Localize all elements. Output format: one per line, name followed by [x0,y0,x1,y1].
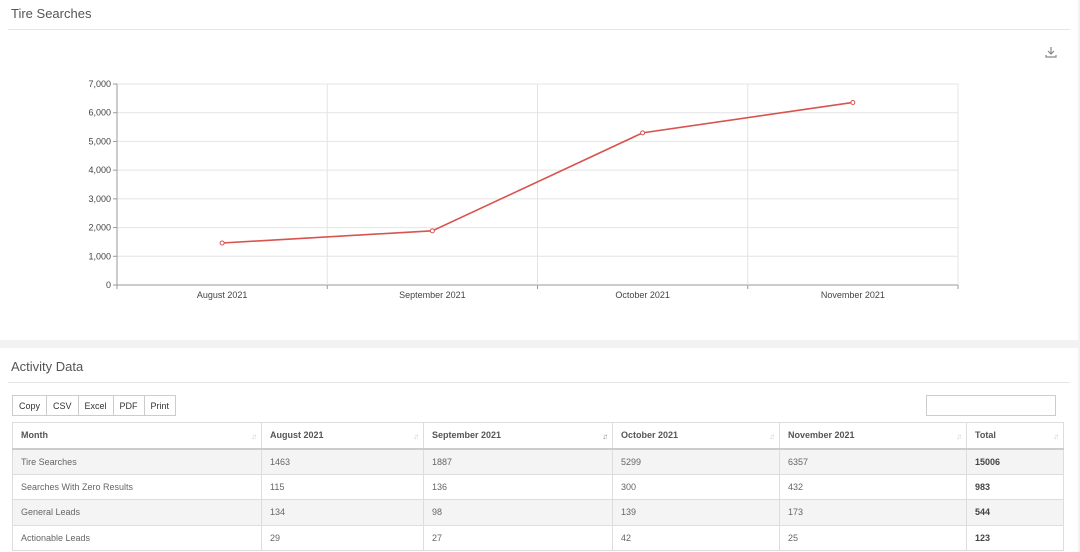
column-header-total[interactable]: Total ↓↑ [966,422,1064,450]
column-label: September 2021 [432,430,502,441]
pdf-button[interactable]: PDF [112,395,145,416]
table-cell: Tire Searches [12,448,262,475]
csv-button[interactable]: CSV [46,395,79,416]
table-cell: 432 [779,473,967,500]
table-cell: Actionable Leads [12,524,262,551]
x-tick-label: November 2021 [821,290,885,300]
column-label: Total [975,430,996,441]
table-cell: 27 [423,524,613,551]
x-tick-label: September 2021 [399,290,466,300]
export-buttons: Copy CSV Excel PDF Print [12,395,177,416]
table-title: Activity Data [11,359,84,374]
divider [8,382,1070,383]
sort-icon: ↓↑ [769,432,775,441]
table-cell: 5299 [612,448,780,475]
data-point [219,240,225,246]
print-button[interactable]: Print [143,395,177,416]
table-cell: 6357 [779,448,967,475]
table-cell-total: 544 [966,499,1064,526]
x-tick-label: August 2021 [197,290,248,300]
y-tick-label: 5,000 [88,136,111,146]
table-cell-total: 15006 [966,448,1064,475]
y-tick-label: 7,000 [88,79,111,89]
search-input[interactable] [926,395,1056,416]
table-cell-total: 123 [966,524,1064,551]
sort-icon: ↓↑ [251,432,257,441]
sort-icon: ↓↑ [1053,432,1059,441]
sort-desc-icon: ↓↑ [602,432,608,441]
y-tick-label: 2,000 [88,223,111,233]
table-cell: 134 [261,499,424,526]
table-row: Tire Searches 1463 1887 5299 6357 15006 [12,448,1064,475]
column-header-september[interactable]: September 2021 ↓↑ [423,422,613,450]
table-cell: Searches With Zero Results [12,473,262,500]
y-tick-label: 1,000 [88,251,111,261]
column-header-november[interactable]: November 2021 ↓↑ [779,422,967,450]
column-label: October 2021 [621,430,679,441]
table-cell: 98 [423,499,613,526]
activity-table: Month ↓↑ August 2021 ↓↑ September 2021 ↓↑ O… [12,422,1064,551]
column-header-month[interactable]: Month ↓↑ [12,422,262,450]
y-tick-label: 6,000 [88,108,111,118]
table-cell-total: 983 [966,473,1064,500]
data-point [640,130,646,136]
table-panel: Activity Data Copy CSV Excel PDF Print M… [0,348,1078,552]
column-label: November 2021 [788,430,855,441]
column-header-august[interactable]: August 2021 ↓↑ [261,422,424,450]
table-cell: 25 [779,524,967,551]
table-cell: General Leads [12,499,262,526]
line-chart: 0 1,000 2,000 3,000 4,000 5,000 6,000 7,000 Augu… [88,79,959,300]
table-cell: 1887 [423,448,613,475]
column-header-october[interactable]: October 2021 ↓↑ [612,422,780,450]
table-cell: 173 [779,499,967,526]
table-row: General Leads 134 98 139 173 544 [12,499,1064,526]
column-label: Month [21,430,48,441]
table-cell: 139 [612,499,780,526]
excel-button[interactable]: Excel [77,395,114,416]
table-cell: 42 [612,524,780,551]
x-tick-label: October 2021 [615,290,670,300]
table-cell: 300 [612,473,780,500]
y-tick-label: 4,000 [88,165,111,175]
table-cell: 29 [261,524,424,551]
table-cell: 136 [423,473,613,500]
y-tick-label: 3,000 [88,194,111,204]
sort-icon: ↓↑ [956,432,962,441]
table-row: Searches With Zero Results 115 136 300 4… [12,473,1064,500]
table-row: Actionable Leads 29 27 42 25 123 [12,524,1064,551]
data-point [850,99,856,105]
table-cell: 115 [261,473,424,500]
copy-button[interactable]: Copy [12,395,48,416]
sort-icon: ↓↑ [413,432,419,441]
y-tick-label: 0 [106,280,111,290]
column-label: August 2021 [270,430,324,441]
table-cell: 1463 [261,448,424,475]
chart-panel: Tire Searches 0 1,000 2,000 3,000 4,000 5,000… [0,0,1078,340]
data-point [429,228,435,234]
header-row: Month ↓↑ August 2021 ↓↑ September 2021 ↓↑ O… [12,422,1064,450]
